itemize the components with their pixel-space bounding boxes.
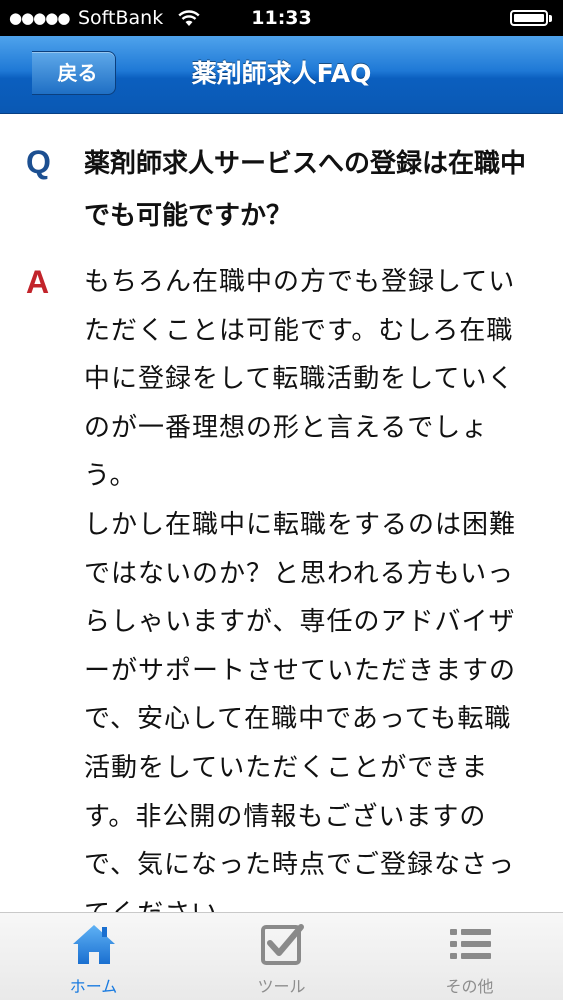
faq-content[interactable]: Q 薬剤師求人サービスへの登録は在職中でも可能ですか？ A もちろん在職中の方で…: [0, 114, 563, 914]
tab-tools-label: ツール: [257, 977, 306, 996]
back-arrow-icon: [9, 50, 56, 97]
navigation-bar: 戻る 薬剤師求人FAQ: [0, 36, 563, 114]
tab-home-label: ホーム: [69, 977, 118, 996]
tab-other-label: その他: [445, 977, 494, 996]
tab-other[interactable]: その他: [376, 913, 563, 1000]
question-mark-label: Q: [26, 144, 51, 180]
status-bar: ●●●●● SoftBank 11:33: [0, 0, 563, 36]
battery-level: [514, 14, 544, 22]
answer-text: もちろん在職中の方でも登録していただくことは可能です。むしろ在職中に登録をして転…: [84, 267, 517, 914]
answer-mark-label: A: [26, 264, 50, 300]
battery-tip: [549, 15, 552, 22]
list-icon: [450, 929, 491, 959]
screen: ●●●●● SoftBank 11:33 戻る 薬剤師求人FAQ Q 薬剤師求人…: [0, 0, 563, 1000]
home-icon: [73, 925, 115, 964]
battery-icon: [510, 10, 548, 26]
tab-home[interactable]: ホーム: [0, 913, 187, 1000]
question-text: 薬剤師求人サービスへの登録は在職中でも可能ですか？: [84, 149, 527, 231]
tab-bar: ホーム ツール その他: [0, 912, 563, 1000]
page-title: 薬剤師求人FAQ: [191, 59, 372, 88]
back-button[interactable]: 戻る: [9, 50, 116, 97]
back-button-label: 戻る: [57, 61, 98, 85]
checkbox-icon: [261, 924, 304, 965]
status-time: 11:33: [251, 7, 312, 29]
tab-tools[interactable]: ツール: [188, 913, 375, 1000]
